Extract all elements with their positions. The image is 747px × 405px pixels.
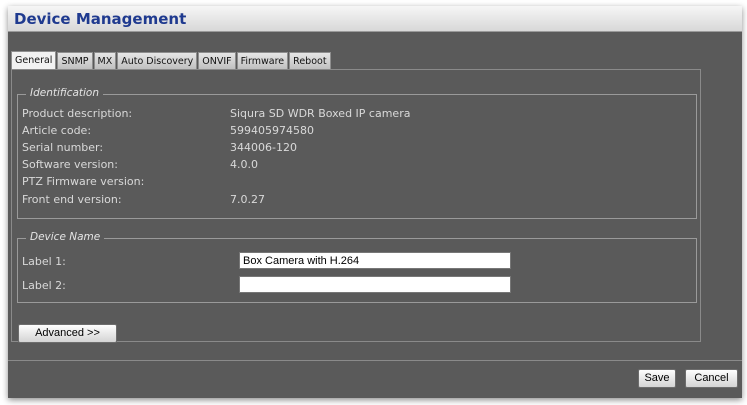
general-tab-panel: Identification Product description: Siqu… <box>11 69 701 343</box>
device-management-window: Device Management General SNMP MX Auto D… <box>8 6 742 398</box>
tab-snmp[interactable]: SNMP <box>57 52 93 70</box>
identification-row: PTZ Firmware version: <box>18 175 696 192</box>
device-name-legend: Device Name <box>26 231 105 243</box>
serial-number-value: 344006-120 <box>230 141 297 154</box>
device-name-fieldset: Device Name Label 1: Box Camera with H.2… <box>17 231 697 303</box>
label2-input[interactable] <box>239 276 511 293</box>
front-end-version-value: 7.0.27 <box>230 193 265 206</box>
serial-number-label: Serial number: <box>22 141 104 154</box>
footer-divider <box>8 360 742 361</box>
product-description-value: Siqura SD WDR Boxed IP camera <box>230 107 411 120</box>
identification-fieldset: Identification Product description: Siqu… <box>17 87 697 219</box>
advanced-button[interactable]: Advanced >> <box>18 324 117 343</box>
tab-firmware[interactable]: Firmware <box>236 52 289 70</box>
tab-mx[interactable]: MX <box>93 52 117 70</box>
tab-general[interactable]: General <box>11 51 57 70</box>
label2-label: Label 2: <box>22 279 66 292</box>
identification-row: Software version: 4.0.0 <box>18 158 696 175</box>
identification-row: Front end version: 7.0.27 <box>18 193 696 210</box>
tab-bar: General SNMP MX Auto Discovery ONVIF Fir… <box>11 50 332 70</box>
identification-row: Article code: 599405974580 <box>18 124 696 141</box>
save-button[interactable]: Save <box>638 369 676 388</box>
software-version-value: 4.0.0 <box>230 158 258 171</box>
identification-row: Product description: Siqura SD WDR Boxed… <box>18 107 696 124</box>
article-code-label: Article code: <box>22 124 92 137</box>
tab-auto-discovery[interactable]: Auto Discovery <box>117 52 198 70</box>
label1-input[interactable]: Box Camera with H.264 <box>239 252 511 269</box>
title-bar: Device Management <box>8 6 742 32</box>
product-description-label: Product description: <box>22 107 133 120</box>
software-version-label: Software version: <box>22 158 118 171</box>
cancel-button[interactable]: Cancel <box>685 369 738 388</box>
tab-onvif[interactable]: ONVIF <box>198 52 236 70</box>
window-title: Device Management <box>14 10 187 28</box>
front-end-version-label: Front end version: <box>22 193 122 206</box>
article-code-value: 599405974580 <box>230 124 314 137</box>
identification-legend: Identification <box>26 87 104 99</box>
ptz-firmware-version-label: PTZ Firmware version: <box>22 175 145 188</box>
tab-reboot[interactable]: Reboot <box>289 52 331 70</box>
identification-row: Serial number: 344006-120 <box>18 141 696 158</box>
label1-label: Label 1: <box>22 255 66 268</box>
